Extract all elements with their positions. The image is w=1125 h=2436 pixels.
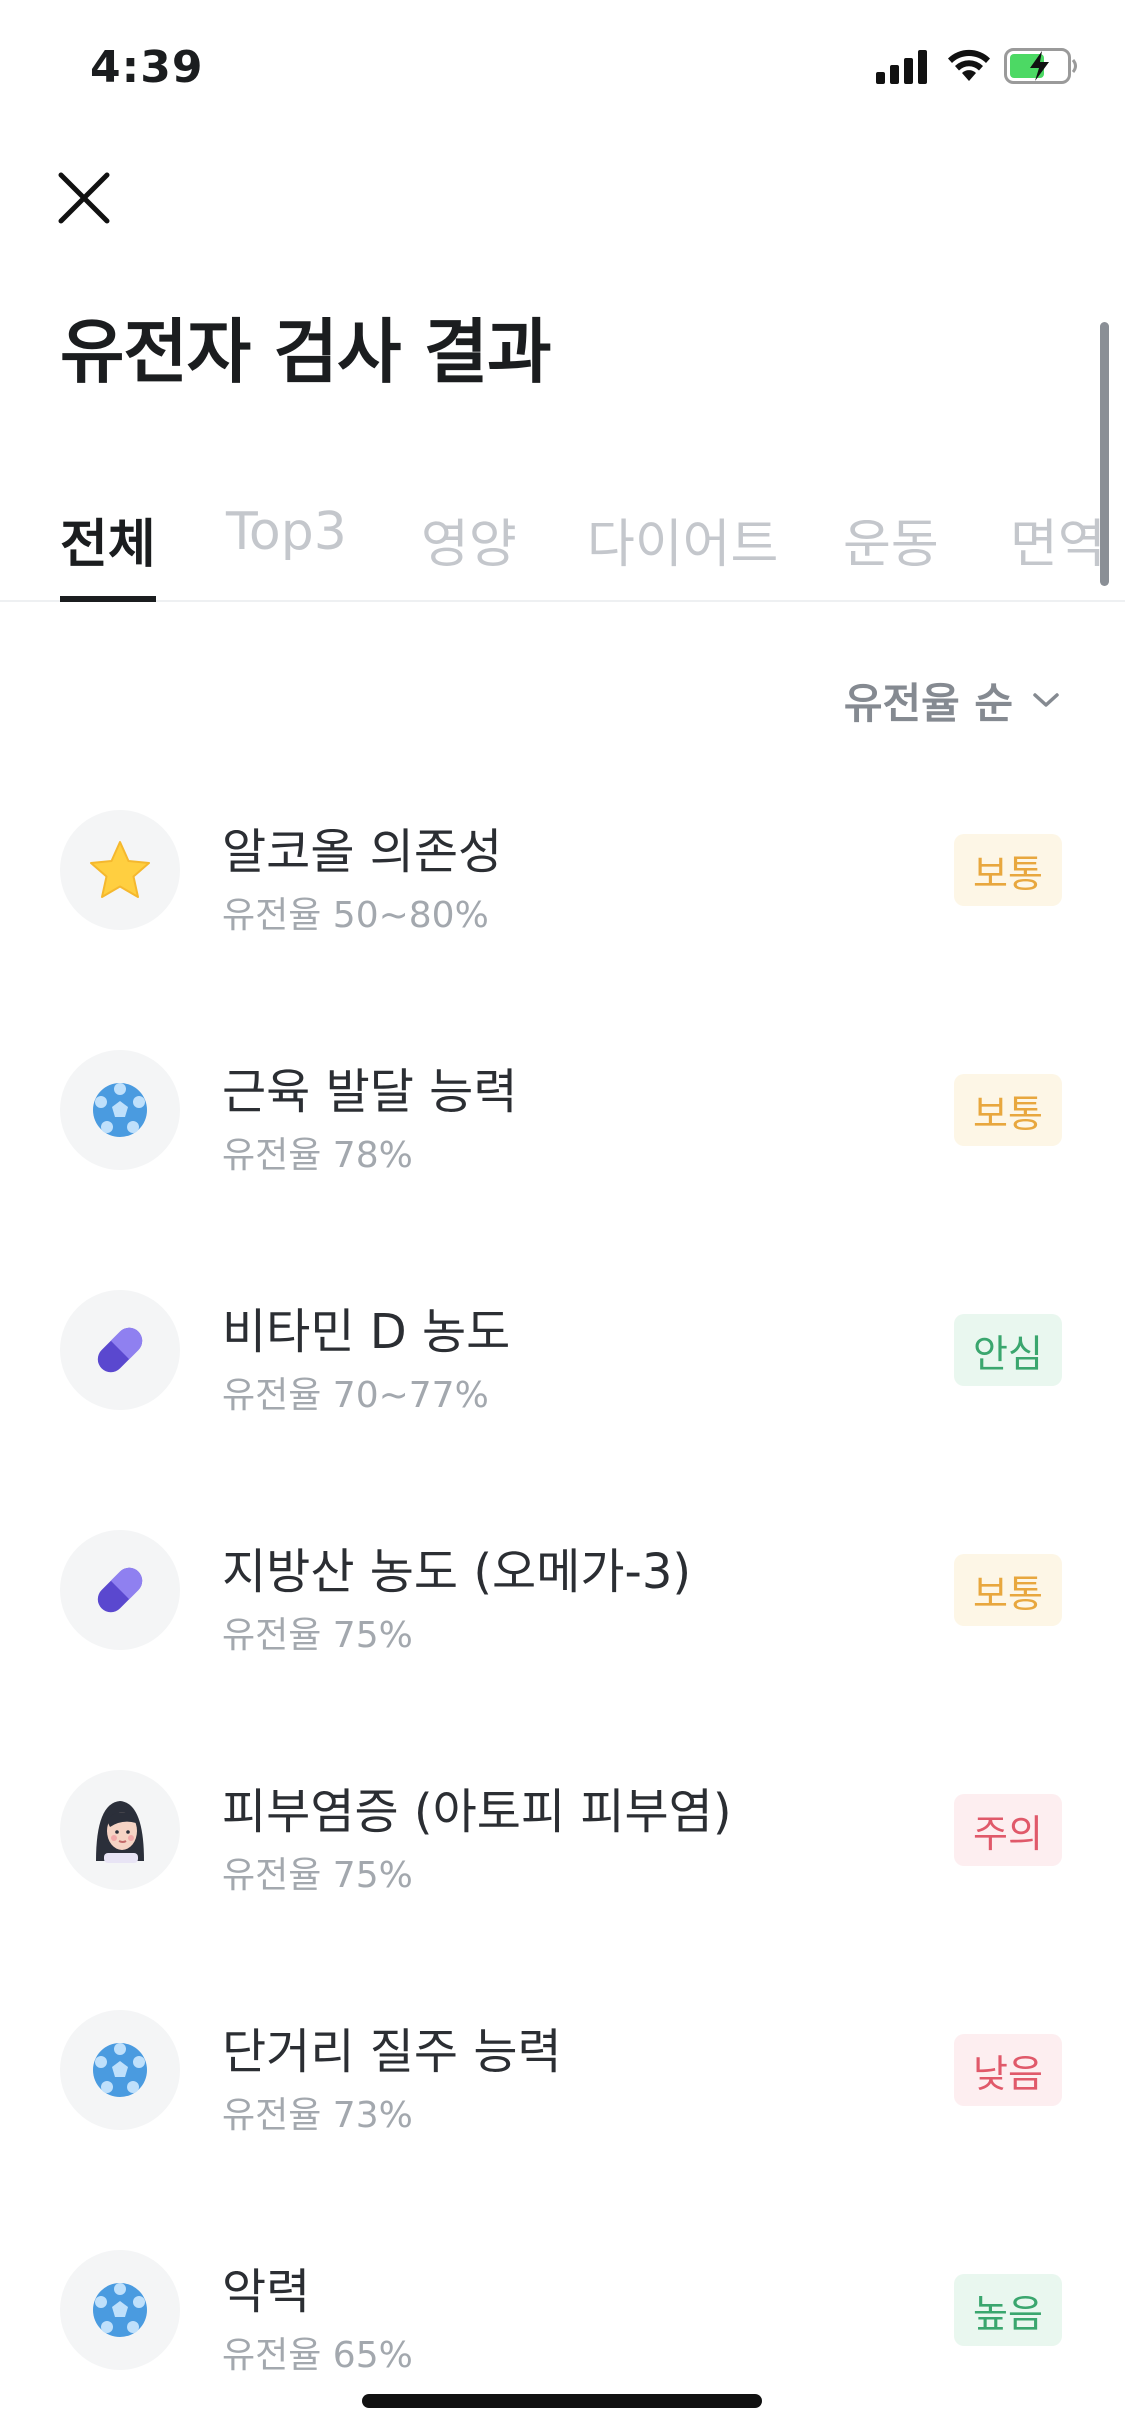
tab-exercise[interactable]: 운동 bbox=[843, 496, 939, 600]
result-heritability: 유전율 70~77% bbox=[222, 1375, 489, 1416]
close-icon bbox=[58, 172, 110, 224]
chevron-down-icon bbox=[1033, 693, 1059, 707]
status-badge: 낮음 bbox=[954, 2034, 1062, 2106]
result-row[interactable]: 비타민 D 농도 유전율 70~77% 안심 bbox=[0, 1250, 1125, 1450]
result-row[interactable]: 피부염증 (아토피 피부염) 유전율 75% 주의 bbox=[0, 1730, 1125, 1930]
result-name: 알코올 의존성 bbox=[222, 824, 503, 880]
ball-icon bbox=[60, 2010, 180, 2130]
result-row[interactable]: 알코올 의존성 유전율 50~80% 보통 bbox=[0, 770, 1125, 970]
star-icon bbox=[60, 810, 180, 930]
result-heritability: 유전율 78% bbox=[222, 1135, 413, 1176]
result-name: 단거리 질주 능력 bbox=[222, 2024, 562, 2080]
status-badge: 보통 bbox=[954, 1074, 1062, 1146]
status-badge: 안심 bbox=[954, 1314, 1062, 1386]
tab-nutrition[interactable]: 영양 bbox=[421, 496, 517, 600]
result-name: 악력 bbox=[222, 2264, 311, 2320]
battery-charging-icon bbox=[1004, 48, 1077, 84]
result-name: 비타민 D 농도 bbox=[222, 1304, 511, 1360]
result-row[interactable]: 근육 발달 능력 유전율 78% 보통 bbox=[0, 1010, 1125, 1210]
tab-diet[interactable]: 다이어트 bbox=[587, 496, 778, 600]
category-tabs: 전체 Top3 영양 다이어트 운동 면역 bbox=[0, 496, 1125, 602]
status-time: 4:39 bbox=[90, 42, 204, 93]
pill-icon bbox=[60, 1290, 180, 1410]
ball-icon bbox=[60, 2250, 180, 2370]
result-heritability: 유전율 75% bbox=[222, 1615, 413, 1656]
status-badge: 높음 bbox=[954, 2274, 1062, 2346]
status-badge: 주의 bbox=[954, 1794, 1062, 1866]
wifi-icon bbox=[948, 49, 990, 81]
face-icon bbox=[60, 1770, 180, 1890]
result-heritability: 유전율 73% bbox=[222, 2095, 413, 2136]
ball-icon bbox=[60, 1050, 180, 1170]
status-badge: 보통 bbox=[954, 834, 1062, 906]
result-name: 근육 발달 능력 bbox=[222, 1064, 518, 1120]
result-row[interactable]: 악력 유전율 65% 높음 bbox=[0, 2210, 1125, 2410]
close-button[interactable] bbox=[52, 166, 116, 230]
sort-label: 유전율 순 bbox=[843, 678, 1013, 728]
status-bar: 4:39 bbox=[0, 0, 1125, 135]
sort-button[interactable]: 유전율 순 bbox=[844, 670, 1061, 730]
result-row[interactable]: 지방산 농도 (오메가-3) 유전율 75% 보통 bbox=[0, 1490, 1125, 1690]
status-badge: 보통 bbox=[954, 1554, 1062, 1626]
result-name: 지방산 농도 (오메가-3) bbox=[222, 1544, 692, 1600]
home-indicator bbox=[362, 2394, 762, 2408]
tab-all[interactable]: 전체 bbox=[60, 496, 156, 602]
signal-icon bbox=[876, 50, 927, 84]
result-row[interactable]: 단거리 질주 능력 유전율 73% 낮음 bbox=[0, 1970, 1125, 2170]
result-heritability: 유전율 50~80% bbox=[222, 895, 489, 936]
result-heritability: 유전율 75% bbox=[222, 1855, 413, 1896]
result-name: 피부염증 (아토피 피부염) bbox=[222, 1784, 732, 1840]
result-heritability: 유전율 65% bbox=[222, 2335, 413, 2376]
tab-top3[interactable]: Top3 bbox=[226, 496, 347, 600]
page-title: 유전자 검사 결과 bbox=[60, 311, 552, 393]
pill-icon bbox=[60, 1530, 180, 1650]
tab-immunity[interactable]: 면역 bbox=[1010, 496, 1110, 600]
